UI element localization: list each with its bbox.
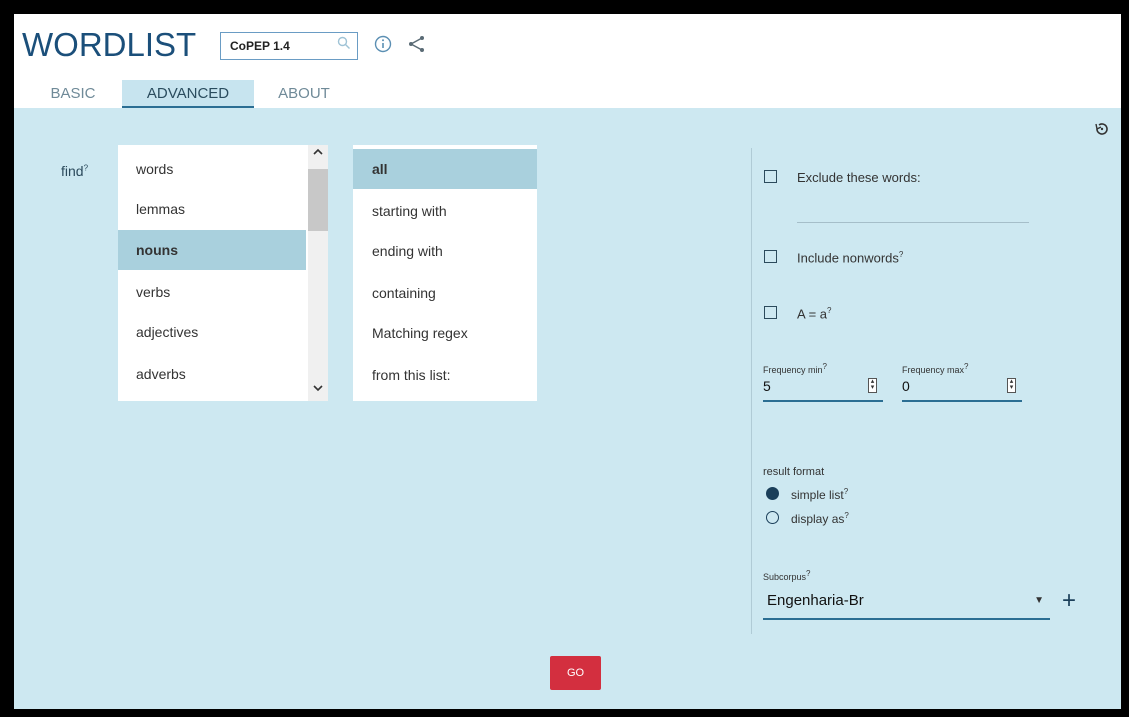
- exclude-words-input[interactable]: [797, 222, 1029, 223]
- include-nonwords-checkbox[interactable]: [764, 250, 777, 263]
- frequency-max-value: 0: [902, 378, 910, 394]
- frequency-max-input[interactable]: 0 ▴ ▾: [902, 376, 1022, 402]
- tab-about[interactable]: ABOUT: [268, 80, 340, 108]
- radio-simple-list[interactable]: [766, 487, 779, 500]
- header: WORDLIST CoPEP 1.4 BASIC ADVANCED ABOUT: [14, 14, 1121, 108]
- corpus-name: CoPEP 1.4: [230, 39, 290, 53]
- filter-option-from-list[interactable]: from this list:: [353, 355, 537, 395]
- filter-option-starting-with[interactable]: starting with: [353, 191, 537, 231]
- vertical-divider: [751, 148, 752, 634]
- info-icon[interactable]: [374, 35, 392, 53]
- reset-icon[interactable]: [1093, 120, 1111, 138]
- frequency-min-label: Frequency min?: [763, 362, 827, 375]
- radio-label: display as?: [791, 511, 849, 526]
- attribute-option-nouns[interactable]: nouns: [118, 230, 306, 270]
- search-icon[interactable]: [337, 36, 351, 53]
- dropdown-arrow-icon[interactable]: ▼: [1034, 595, 1044, 606]
- attribute-list: words lemmas nouns verbs adjectives adve…: [118, 145, 328, 401]
- share-icon[interactable]: [407, 34, 427, 54]
- go-button[interactable]: GO: [550, 656, 601, 690]
- help-marker[interactable]: ?: [899, 250, 903, 259]
- tab-basic[interactable]: BASIC: [32, 80, 114, 108]
- corpus-selector[interactable]: CoPEP 1.4: [220, 32, 358, 60]
- subcorpus-value: Engenharia-Br: [767, 592, 864, 609]
- frequency-min-input[interactable]: 5 ▴ ▾: [763, 376, 883, 402]
- filter-option-containing[interactable]: containing: [353, 273, 537, 313]
- tab-advanced[interactable]: ADVANCED: [122, 80, 254, 108]
- stepper-icon[interactable]: ▴ ▾: [868, 378, 877, 393]
- attribute-option-verbs[interactable]: verbs: [118, 272, 306, 312]
- scroll-down-icon[interactable]: [312, 383, 324, 396]
- filter-option-matching-regex[interactable]: Matching regex: [353, 313, 537, 353]
- radio-display-as[interactable]: [766, 511, 779, 524]
- filter-option-ending-with[interactable]: ending with: [353, 231, 537, 271]
- app-frame: WORDLIST CoPEP 1.4 BASIC ADVANCED ABOUT …: [14, 14, 1121, 709]
- plus-icon[interactable]: +: [1062, 589, 1076, 613]
- exclude-words-checkbox[interactable]: [764, 170, 777, 183]
- case-insensitive-label: A = a?: [797, 306, 832, 322]
- help-marker[interactable]: ?: [84, 163, 88, 172]
- advanced-panel: find? words lemmas nouns verbs adjective…: [14, 108, 1121, 709]
- scroll-thumb[interactable]: [308, 169, 328, 231]
- find-label: find?: [61, 163, 89, 179]
- help-marker[interactable]: ?: [823, 362, 827, 371]
- list-scrollbar[interactable]: [308, 145, 328, 401]
- attribute-option-adverbs[interactable]: adverbs: [118, 354, 306, 394]
- help-marker[interactable]: ?: [844, 487, 848, 496]
- stepper-icon[interactable]: ▴ ▾: [1007, 378, 1016, 393]
- help-marker[interactable]: ?: [827, 306, 831, 315]
- result-format-title: result format: [763, 466, 825, 478]
- attribute-option-lemmas[interactable]: lemmas: [118, 189, 306, 229]
- help-marker[interactable]: ?: [844, 511, 848, 520]
- subcorpus-label: Subcorpus?: [763, 569, 811, 582]
- filter-list: all starting with ending with containing…: [353, 145, 537, 401]
- radio-label: simple list?: [791, 487, 849, 502]
- app-title: WORDLIST: [22, 26, 197, 63]
- exclude-words-label: Exclude these words:: [797, 170, 921, 185]
- include-nonwords-label: Include nonwords?: [797, 250, 904, 266]
- frequency-max-label: Frequency max?: [902, 362, 969, 375]
- filter-option-all[interactable]: all: [353, 149, 537, 189]
- help-marker[interactable]: ?: [806, 569, 810, 578]
- case-insensitive-checkbox[interactable]: [764, 306, 777, 319]
- scroll-up-icon[interactable]: [312, 147, 324, 160]
- help-marker[interactable]: ?: [964, 362, 968, 371]
- attribute-option-adjectives[interactable]: adjectives: [118, 312, 306, 352]
- subcorpus-select[interactable]: Engenharia-Br ▼: [763, 586, 1050, 620]
- attribute-option-words[interactable]: words: [118, 149, 306, 189]
- frequency-min-value: 5: [763, 378, 771, 394]
